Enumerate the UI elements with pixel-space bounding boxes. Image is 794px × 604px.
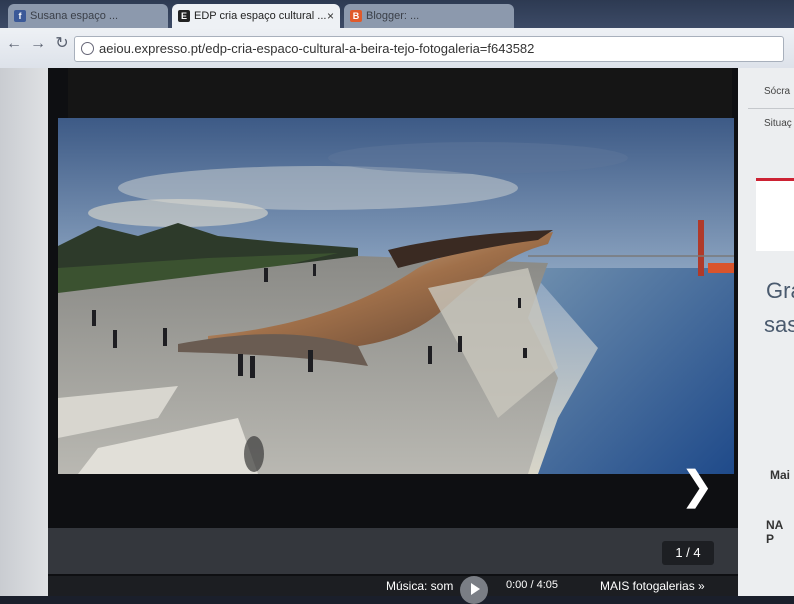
photo-counter: 1 / 4	[662, 541, 714, 565]
globe-icon	[81, 42, 94, 55]
reload-icon[interactable]: ↻	[52, 34, 72, 54]
tab-label: EDP cria espaço cultural ...	[194, 10, 327, 22]
facebook-favicon-icon: f	[14, 10, 26, 22]
browser-tab-bar: f Susana espaço ... E EDP cria espaço cu…	[0, 0, 794, 28]
banner-text: Gra	[766, 278, 794, 303]
caption-bar	[48, 528, 738, 574]
forward-arrow-icon[interactable]: →	[28, 34, 48, 54]
sidebar-snippet[interactable]: Situaç	[764, 118, 792, 129]
audio-time: 0:00 / 4:05	[506, 579, 558, 591]
tab-blogger[interactable]: B Blogger: ...	[344, 4, 514, 28]
address-bar[interactable]: aeiou.expresso.pt/edp-cria-espaco-cultur…	[74, 36, 784, 62]
more-galleries-link[interactable]: MAIS fotogalerias »	[600, 579, 705, 593]
gallery-header	[68, 68, 732, 120]
sidebar-snippet[interactable]: Sócra	[764, 86, 790, 97]
blogger-favicon-icon: B	[350, 10, 362, 22]
next-photo-chevron-icon[interactable]: ❯	[680, 464, 714, 508]
url-text[interactable]: aeiou.expresso.pt/edp-cria-espaco-cultur…	[99, 41, 534, 56]
tab-edp-article[interactable]: E EDP cria espaço cultural ... ×	[172, 4, 340, 28]
tab-label: Blogger: ...	[366, 10, 420, 22]
banner-text: sas!	[764, 312, 794, 337]
play-icon[interactable]	[460, 576, 488, 604]
close-tab-icon[interactable]: ×	[327, 4, 334, 28]
photo-gallery: ❯ 1 / 4 Música: som 0:00 / 4:05 MAIS fot…	[48, 68, 738, 604]
browser-toolbar: ← → ↻ aeiou.expresso.pt/edp-cria-espaco-…	[0, 28, 794, 68]
expresso-favicon-icon: E	[178, 10, 190, 22]
page-content: ❯ 1 / 4 Música: som 0:00 / 4:05 MAIS fot…	[0, 68, 794, 604]
gallery-footer: Música: som 0:00 / 4:05 MAIS fotogaleria…	[48, 576, 738, 604]
back-arrow-icon[interactable]: ←	[4, 34, 24, 54]
gallery-photo	[58, 118, 734, 474]
tab-facebook[interactable]: f Susana espaço ...	[8, 4, 168, 28]
red-accent-box	[756, 178, 794, 251]
right-sidebar: Sócra Situaç Gra sas! Mai NA P	[738, 68, 794, 596]
riverside-cultural-center-rendering	[58, 118, 734, 474]
section-heading: NA P	[766, 518, 783, 546]
divider	[748, 108, 794, 109]
section-heading: Mai	[770, 468, 791, 482]
tab-label: Susana espaço ...	[30, 10, 119, 22]
music-label: Música: som	[386, 579, 454, 593]
